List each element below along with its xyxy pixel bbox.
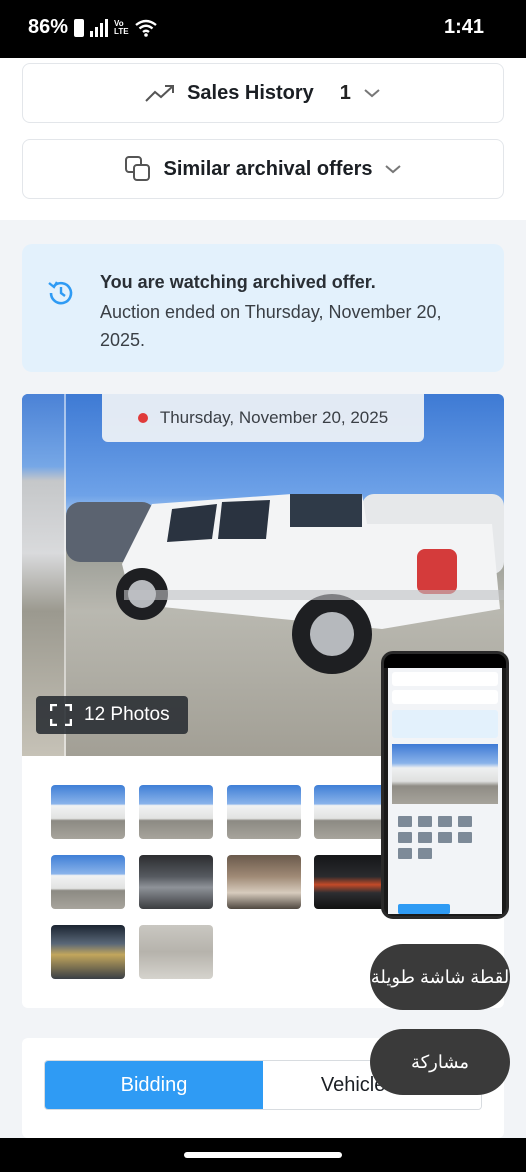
- tab-bidding[interactable]: Bidding: [45, 1061, 263, 1109]
- preview-notice: [392, 710, 498, 738]
- sales-history-accordion[interactable]: Sales History 1: [22, 63, 504, 123]
- chevron-down-icon: [364, 89, 380, 98]
- preview-screen: [388, 668, 502, 914]
- screenshot-preview[interactable]: [381, 651, 509, 919]
- thumbnail-10[interactable]: [139, 925, 213, 979]
- battery-percent: 86%: [28, 16, 69, 38]
- view-photos-button[interactable]: 12 Photos: [36, 696, 188, 734]
- share-button[interactable]: مشاركة: [370, 1029, 510, 1095]
- status-dot: [137, 413, 148, 423]
- preview-bidding-button: [398, 904, 450, 914]
- long-screenshot-button[interactable]: لقطة شاشة طويلة: [370, 944, 510, 1010]
- history-icon: [48, 281, 73, 305]
- battery-icon: [74, 18, 85, 37]
- history-panel: Sales History 1 Similar archival offers: [0, 58, 526, 220]
- home-handle[interactable]: [184, 1152, 342, 1158]
- status-time: 1:41: [443, 16, 484, 38]
- auction-date: Thursday, November 20, 2025: [159, 408, 389, 427]
- preview-status-bar: [384, 654, 506, 668]
- thumbnail-7[interactable]: [227, 855, 301, 909]
- notice-title: You are watching archived offer.: [100, 272, 376, 292]
- thumbnail-9[interactable]: [51, 925, 125, 979]
- preview-accordion-2: [392, 690, 498, 704]
- volte-icon: Vo LTE: [114, 18, 129, 36]
- thumbnail-8[interactable]: [314, 855, 388, 909]
- fullscreen-icon: [50, 704, 72, 726]
- wifi-icon: [134, 19, 157, 37]
- preview-accordion-1: [392, 672, 498, 686]
- similar-offers-accordion[interactable]: Similar archival offers: [22, 139, 504, 199]
- copy-icon: [124, 156, 150, 181]
- thumbnail-1[interactable]: [51, 785, 125, 839]
- notice-text: Auction ended on Thursday, November 20, …: [100, 302, 442, 350]
- auction-date-pill: Thursday, November 20, 2025: [102, 394, 424, 442]
- thumbnail-2[interactable]: [139, 785, 213, 839]
- archived-notice: You are watching archived offer. Auction…: [22, 244, 504, 372]
- status-left: 86% Vo LTE: [28, 16, 157, 39]
- similar-offers-label: Similar archival offers: [163, 157, 373, 180]
- chevron-down-icon: [385, 165, 402, 174]
- preview-photo: [392, 744, 498, 804]
- navigation-bar: [0, 1138, 526, 1172]
- trend-up-icon: [145, 85, 175, 102]
- status-bar: 86% Vo LTE 1:41: [0, 0, 526, 58]
- thumbnail-3[interactable]: [227, 785, 301, 839]
- thumbnail-4[interactable]: [314, 785, 388, 839]
- photos-count-label: 12 Photos: [84, 704, 170, 725]
- sales-history-count: 1: [339, 81, 351, 104]
- thumbnail-6[interactable]: [139, 855, 213, 909]
- sales-history-label: Sales History: [187, 81, 314, 104]
- signal-icon: [90, 18, 109, 37]
- thumbnail-5[interactable]: [51, 855, 125, 909]
